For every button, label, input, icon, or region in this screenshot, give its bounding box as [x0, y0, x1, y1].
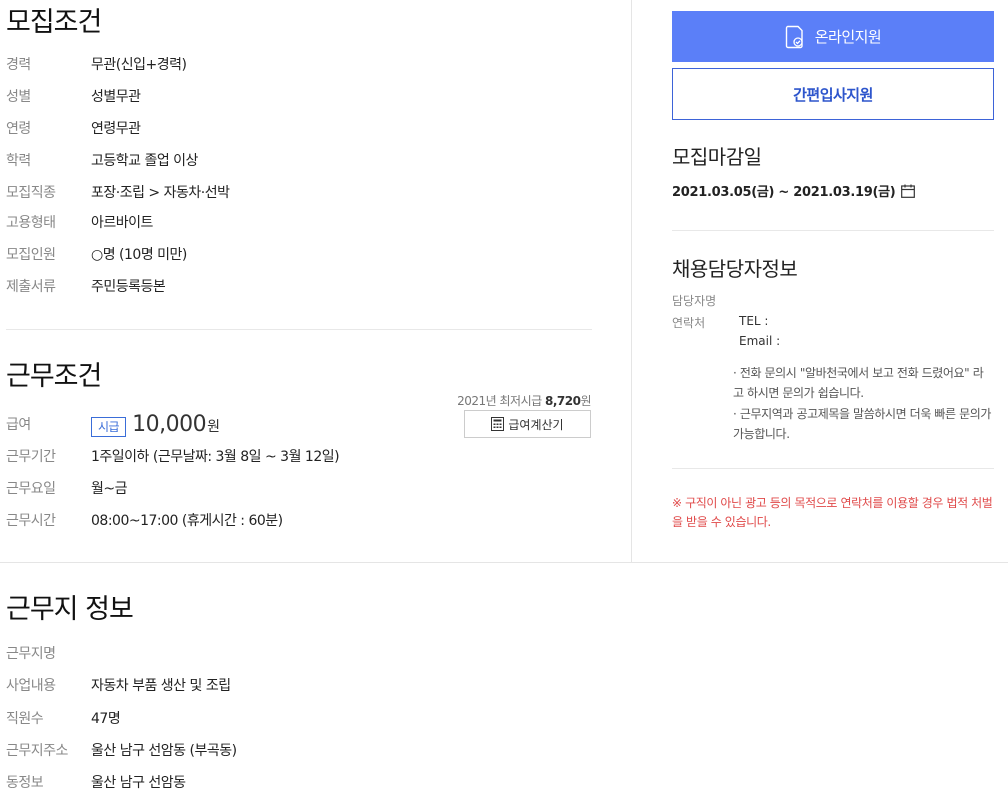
row-label: 급여: [6, 417, 31, 433]
email-value: Email :: [739, 334, 781, 348]
recruit-section-title: 모집조건: [6, 7, 102, 38]
min-wage-unit: 원: [580, 394, 591, 408]
workplace-row-district: 동정보 울산 남구 선암동: [6, 770, 186, 794]
row-label: 모집인원: [6, 247, 56, 263]
row-value: 1주일이하 (근무날짜: 3월 8일 ~ 3월 12일): [91, 449, 340, 465]
recruit-row-education: 학력 고등학교 졸업 이상: [6, 148, 198, 172]
simple-apply-button[interactable]: 간편입사지원: [672, 68, 994, 120]
wage-amount: 10,000: [132, 411, 207, 437]
recruit-row-employment-type: 고용형태 아르바이트: [6, 210, 153, 234]
section-divider: [6, 329, 592, 330]
salary-calculator-button[interactable]: 급여계산기: [464, 410, 591, 438]
apply-sidebar: 온라인지원 간편입사지원 모집마감일 2021.03.05(금) ~ 2021.…: [633, 0, 1008, 563]
work-row-period: 근무기간 1주일이하 (근무날짜: 3월 8일 ~ 3월 12일): [6, 444, 340, 468]
row-label: 근무요일: [6, 481, 56, 497]
recruit-row-gender: 성별 성별무관: [6, 84, 141, 108]
row-value: 성별무관: [91, 89, 141, 105]
work-row-hours: 근무시간 08:00~17:00 (휴게시간 : 60분): [6, 508, 283, 532]
job-detail-main: 모집조건 경력 무관(신입+경력) 성별 성별무관 연령 연령무관 학력 고등학…: [0, 0, 632, 563]
sidebar-divider: [672, 230, 994, 231]
row-label: 성별: [6, 89, 31, 105]
work-row-wage: 급여 시급 10,000원: [6, 410, 220, 438]
contact-notice-1: · 전화 문의시 "알바천국에서 보고 전화 드렸어요" 라고 하시면 문의가 …: [733, 366, 984, 400]
row-value: 자동차 부품 생산 및 조립: [91, 678, 231, 694]
recruit-row-career: 경력 무관(신입+경력): [6, 52, 187, 76]
row-value: 울산 남구 선암동 (부곡동): [91, 743, 237, 759]
row-value: 무관(신입+경력): [91, 57, 187, 73]
online-apply-label: 온라인지원: [814, 28, 882, 46]
row-value: ○명 (10명 미만): [91, 247, 187, 263]
workplace-section: 근무지 정보 근무지명 사업내용 자동차 부품 생산 및 조립 직원수 47명 …: [0, 563, 1008, 797]
row-label: 근무기간: [6, 449, 56, 465]
workplace-row-employees: 직원수 47명: [6, 706, 121, 730]
wage-type-badge: 시급: [91, 416, 127, 437]
tel-value: TEL :: [739, 314, 769, 328]
deadline-range: 2021.03.05(금) ~ 2021.03.19(금): [672, 181, 916, 200]
min-wage-label: 2021년 최저시급: [457, 394, 542, 408]
min-wage-info: 2021년 최저시급 8,720원: [430, 392, 591, 409]
manager-label: 담당자명: [672, 294, 717, 308]
row-label: 제출서류: [6, 279, 56, 295]
row-value: 고등학교 졸업 이상: [91, 153, 198, 169]
work-section-title: 근무조건: [6, 361, 102, 392]
workplace-row-business: 사업내용 자동차 부품 생산 및 조립: [6, 673, 231, 697]
row-label: 근무지주소: [6, 743, 68, 759]
row-value: 아르바이트: [91, 215, 153, 231]
recruit-row-headcount: 모집인원 ○명 (10명 미만): [6, 242, 187, 266]
row-label: 사업내용: [6, 678, 56, 694]
legal-warning: ※ 구직이 아닌 광고 등의 목적으로 연락처를 이용할 경우 법적 처벌을 받…: [672, 496, 993, 529]
simple-apply-label: 간편입사지원: [793, 85, 873, 104]
deadline-title: 모집마감일: [672, 145, 762, 169]
row-label: 근무지명: [6, 646, 56, 662]
row-value: 포장·조립 > 자동차·선박: [91, 185, 230, 201]
row-label: 근무시간: [6, 513, 56, 529]
contact-title: 채용담당자정보: [672, 257, 798, 281]
contact-label: 연락처: [672, 316, 706, 330]
row-value: 주민등록등본: [91, 279, 166, 295]
row-label: 동정보: [6, 775, 44, 791]
work-row-days: 근무요일 월~금: [6, 476, 128, 500]
workplace-row-name: 근무지명: [6, 641, 91, 665]
recruit-row-job-type: 모집직종 포장·조립 > 자동차·선박: [6, 180, 230, 204]
document-check-icon: [785, 25, 803, 48]
row-label: 학력: [6, 153, 31, 169]
row-value: 울산 남구 선암동: [91, 775, 186, 791]
salary-calculator-label: 급여계산기: [508, 417, 564, 432]
row-label: 연령: [6, 121, 31, 137]
calendar-icon[interactable]: [901, 184, 916, 198]
wage-value: 시급 10,000원: [91, 411, 220, 437]
row-value: 월~금: [91, 481, 128, 497]
deadline-text: 2021.03.05(금) ~ 2021.03.19(금): [672, 185, 896, 200]
min-wage-value: 8,720: [544, 394, 581, 408]
row-value: 08:00~17:00 (휴게시간 : 60분): [91, 513, 283, 529]
calculator-icon: [491, 417, 505, 431]
recruit-row-documents: 제출서류 주민등록등본: [6, 274, 166, 298]
row-value: 연령무관: [91, 121, 141, 137]
row-label: 모집직종: [6, 185, 56, 201]
row-label: 직원수: [6, 711, 44, 727]
row-value: 47명: [91, 711, 121, 727]
workplace-row-address: 근무지주소 울산 남구 선암동 (부곡동): [6, 738, 237, 762]
contact-notice-2: · 근무지역과 공고제목을 말씀하시면 더욱 빠른 문의가 가능합니다.: [733, 407, 991, 441]
row-label: 경력: [6, 57, 31, 73]
recruit-row-age: 연령 연령무관: [6, 116, 141, 140]
online-apply-button[interactable]: 온라인지원: [672, 11, 994, 62]
workplace-section-title: 근무지 정보: [6, 594, 134, 625]
row-label: 고용형태: [6, 215, 56, 231]
sidebar-divider: [672, 468, 994, 469]
wage-unit: 원: [207, 418, 220, 435]
